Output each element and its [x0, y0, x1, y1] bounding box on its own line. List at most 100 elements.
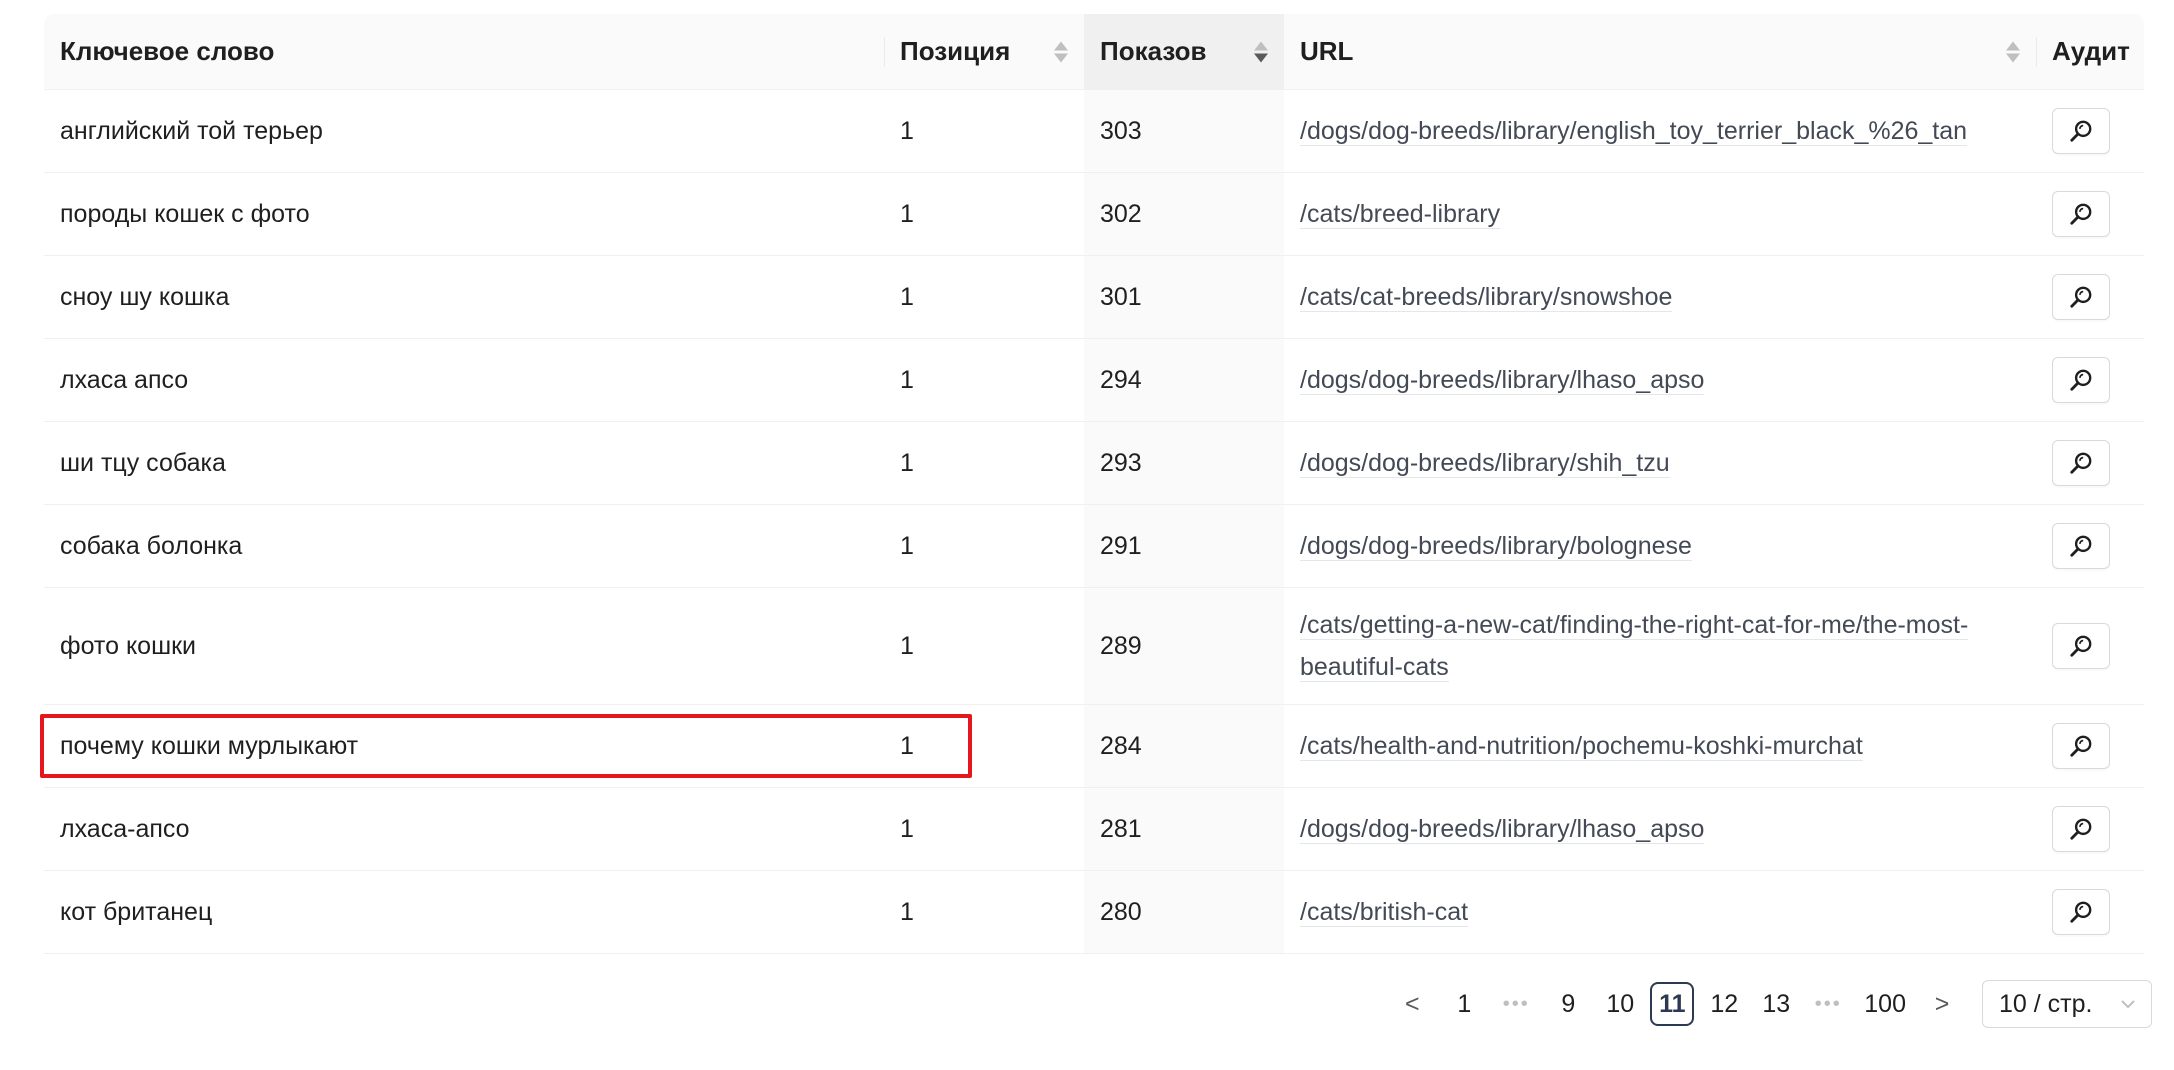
column-header-keyword: Ключевое слово: [44, 14, 884, 90]
url-cell: /dogs/dog-breeds/library/bolognese: [1284, 504, 2036, 588]
url-link[interactable]: /dogs/dog-breeds/library/lhaso_apso: [1300, 815, 1705, 844]
table-row: лхаса-апсо 1 281 /dogs/dog-breeds/librar…: [44, 787, 2144, 871]
keywords-table: Ключевое слово Позиция Показов URL Аудит…: [44, 14, 2144, 954]
url-link[interactable]: /cats/british-cat: [1300, 898, 1469, 927]
impressions-cell: 281: [1084, 787, 1284, 871]
column-divider: [2036, 36, 2037, 67]
url-link[interactable]: /dogs/dog-breeds/library/bolognese: [1300, 532, 1692, 561]
position-cell: 1: [884, 787, 1084, 871]
chevron-down-icon: [2121, 1000, 2135, 1009]
audit-button[interactable]: [2052, 523, 2110, 569]
audit-cell: [2036, 255, 2144, 339]
impressions-cell: 291: [1084, 504, 1284, 588]
page-size-select[interactable]: 10 / стр.: [1982, 980, 2152, 1028]
column-header-audit-label: Аудит: [2052, 36, 2130, 66]
sort-caret-icon[interactable]: [1054, 41, 1068, 62]
page-button[interactable]: 100: [1858, 982, 1912, 1026]
sort-caret-icon[interactable]: [1254, 41, 1268, 62]
pagination: < 1 ••• 9 10 11 12 13 ••• 100 > 10 / стр…: [1386, 980, 2152, 1028]
page-button[interactable]: 12: [1702, 982, 1746, 1026]
position-cell: 1: [884, 704, 1084, 788]
column-header-position-label: Позиция: [900, 36, 1011, 66]
audit-cell: [2036, 787, 2144, 871]
url-link[interactable]: /dogs/dog-breeds/library/lhaso_apso: [1300, 366, 1705, 395]
audit-button[interactable]: [2052, 108, 2110, 154]
url-cell: /cats/cat-breeds/library/snowshoe: [1284, 255, 2036, 339]
audit-button[interactable]: [2052, 191, 2110, 237]
url-cell: /cats/breed-library: [1284, 172, 2036, 256]
url-cell: /dogs/dog-breeds/library/english_toy_ter…: [1284, 89, 2036, 173]
url-cell: /cats/getting-a-new-cat/finding-the-righ…: [1284, 587, 2036, 705]
table-row: кот британец 1 280 /cats/british-cat: [44, 870, 2144, 954]
column-header-impressions[interactable]: Показов: [1084, 14, 1284, 90]
search-zoom-icon: [2070, 535, 2092, 557]
url-link[interactable]: /dogs/dog-breeds/library/english_toy_ter…: [1300, 117, 1968, 146]
audit-button[interactable]: [2052, 274, 2110, 320]
keyword-cell: почему кошки мурлыкают: [44, 704, 884, 788]
audit-cell: [2036, 421, 2144, 505]
page-button[interactable]: 10: [1598, 982, 1642, 1026]
url-cell: /dogs/dog-breeds/library/lhaso_apso: [1284, 787, 2036, 871]
next-page-button[interactable]: >: [1920, 982, 1964, 1026]
column-header-url-label: URL: [1300, 36, 1354, 66]
table-row: фото кошки 1 289 /cats/getting-a-new-cat…: [44, 587, 2144, 705]
page-button[interactable]: 1: [1442, 982, 1486, 1026]
audit-button[interactable]: [2052, 440, 2110, 486]
position-cell: 1: [884, 587, 1084, 705]
sort-caret-icon[interactable]: [2006, 41, 2020, 62]
page-size-value: 10 / стр.: [1999, 989, 2093, 1018]
table-row: ши тцу собака 1 293 /dogs/dog-breeds/lib…: [44, 421, 2144, 505]
url-cell: /cats/health-and-nutrition/pochemu-koshk…: [1284, 704, 2036, 788]
table-row: английский той терьер 1 303 /dogs/dog-br…: [44, 89, 2144, 173]
impressions-cell: 293: [1084, 421, 1284, 505]
audit-button[interactable]: [2052, 723, 2110, 769]
impressions-cell: 284: [1084, 704, 1284, 788]
impressions-cell: 294: [1084, 338, 1284, 422]
current-page-button[interactable]: 11: [1650, 982, 1695, 1026]
search-zoom-icon: [2070, 635, 2092, 657]
search-zoom-icon: [2070, 735, 2092, 757]
column-header-position[interactable]: Позиция: [884, 14, 1084, 90]
search-zoom-icon: [2070, 286, 2092, 308]
column-header-keyword-label: Ключевое слово: [60, 36, 275, 66]
ellipsis-icon[interactable]: •••: [1494, 982, 1538, 1026]
audit-button[interactable]: [2052, 889, 2110, 935]
prev-page-button[interactable]: <: [1390, 982, 1434, 1026]
table-row: лхаса апсо 1 294 /dogs/dog-breeds/librar…: [44, 338, 2144, 422]
url-link[interactable]: /cats/getting-a-new-cat/finding-the-righ…: [1300, 611, 1969, 682]
audit-cell: [2036, 504, 2144, 588]
keywords-table-container: Ключевое слово Позиция Показов URL Аудит…: [44, 14, 2144, 954]
keyword-cell: собака болонка: [44, 504, 884, 588]
table-row: почему кошки мурлыкают 1 284 /cats/healt…: [44, 704, 2144, 788]
position-cell: 1: [884, 338, 1084, 422]
audit-cell: [2036, 870, 2144, 954]
column-header-audit: Аудит: [2036, 14, 2144, 90]
url-cell: /dogs/dog-breeds/library/lhaso_apso: [1284, 338, 2036, 422]
keyword-cell: фото кошки: [44, 587, 884, 705]
impressions-cell: 302: [1084, 172, 1284, 256]
position-cell: 1: [884, 255, 1084, 339]
position-cell: 1: [884, 421, 1084, 505]
audit-button[interactable]: [2052, 623, 2110, 669]
audit-button[interactable]: [2052, 357, 2110, 403]
keyword-cell: английский той терьер: [44, 89, 884, 173]
url-link[interactable]: /cats/cat-breeds/library/snowshoe: [1300, 283, 1673, 312]
column-header-impressions-label: Показов: [1100, 36, 1207, 66]
url-link[interactable]: /dogs/dog-breeds/library/shih_tzu: [1300, 449, 1670, 478]
url-link[interactable]: /cats/health-and-nutrition/pochemu-koshk…: [1300, 732, 1863, 761]
table-row: сноу шу кошка 1 301 /cats/cat-breeds/lib…: [44, 255, 2144, 339]
audit-button[interactable]: [2052, 806, 2110, 852]
url-link[interactable]: /cats/breed-library: [1300, 200, 1501, 229]
impressions-cell: 303: [1084, 89, 1284, 173]
audit-cell: [2036, 89, 2144, 173]
search-zoom-icon: [2070, 120, 2092, 142]
search-zoom-icon: [2070, 203, 2092, 225]
ellipsis-icon[interactable]: •••: [1806, 982, 1850, 1026]
url-cell: /dogs/dog-breeds/library/shih_tzu: [1284, 421, 2036, 505]
audit-cell: [2036, 172, 2144, 256]
page-button[interactable]: 9: [1546, 982, 1590, 1026]
column-divider: [884, 36, 885, 67]
column-header-url[interactable]: URL: [1284, 14, 2036, 90]
position-cell: 1: [884, 89, 1084, 173]
page-button[interactable]: 13: [1754, 982, 1798, 1026]
